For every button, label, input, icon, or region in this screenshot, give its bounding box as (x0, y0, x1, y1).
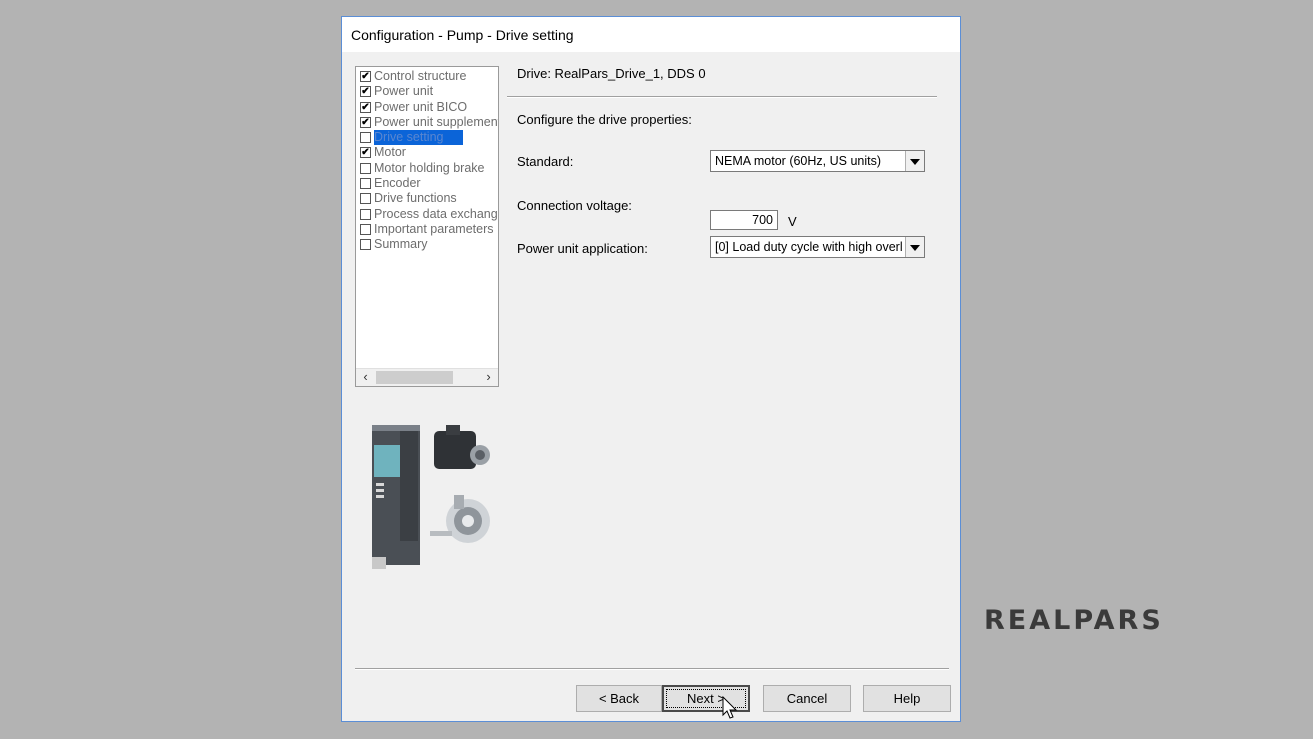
standard-value: NEMA motor (60Hz, US units) (715, 154, 882, 168)
navigation-tree[interactable]: ✔ Control structure ✔ Power unit ✔ Power unit… (355, 66, 499, 387)
tree-item-label: Power unit BICO (374, 99, 468, 114)
tree-item-label: Summary (374, 237, 428, 252)
power-unit-application-dropdown[interactable]: [0] Load duty cycle with high overl (710, 236, 925, 258)
window-title: Configuration - Pump - Drive setting (351, 27, 574, 43)
tree-item[interactable]: Motor holding brake (358, 161, 498, 176)
tree-item[interactable]: ✔ Power unit (358, 84, 498, 99)
tree-item-label: Drive setting (374, 130, 464, 146)
tree-item[interactable]: Process data exchang (358, 207, 498, 222)
checked-checkbox-icon[interactable]: ✔ (360, 147, 371, 159)
standard-label: Standard: (517, 154, 574, 169)
scroll-left-icon[interactable]: ‹ (358, 370, 373, 385)
unchecked-checkbox-icon[interactable] (360, 223, 371, 235)
tree-item[interactable]: Important parameters (358, 222, 498, 237)
realpars-logo: REALPARS (984, 605, 1164, 636)
tree-item[interactable]: Drive functions (358, 191, 498, 206)
header-separator (507, 96, 937, 98)
checked-checkbox-icon[interactable]: ✔ (360, 86, 371, 98)
tree-item[interactable]: ✔ Control structure (358, 69, 498, 84)
configuration-dialog: Configuration - Pump - Drive setting ✔ Co… (341, 16, 961, 722)
scroll-right-icon[interactable]: › (481, 370, 496, 385)
unchecked-checkbox-icon[interactable] (360, 132, 371, 144)
drive-label: Drive: RealPars_Drive_1, DDS 0 (517, 66, 706, 81)
tree-item[interactable]: ✔ Motor (358, 145, 498, 160)
checked-checkbox-icon[interactable]: ✔ (360, 116, 371, 128)
footer-separator (355, 668, 949, 670)
tree-item-label: Motor (374, 145, 406, 160)
tree-item-label: Process data exchang (374, 206, 498, 221)
drive-and-motor-image (372, 425, 490, 569)
chevron-down-icon[interactable] (905, 151, 924, 171)
connection-voltage-label: Connection voltage: (517, 198, 632, 213)
help-button[interactable]: Help (863, 685, 951, 712)
standard-dropdown[interactable]: NEMA motor (60Hz, US units) (710, 150, 925, 172)
tree-list: ✔ Control structure ✔ Power unit ✔ Power unit… (358, 69, 498, 253)
checked-checkbox-icon[interactable]: ✔ (360, 101, 371, 113)
cancel-button[interactable]: Cancel (763, 685, 851, 712)
mouse-cursor-icon (722, 696, 738, 719)
tree-item-label: Power unit (374, 84, 434, 99)
unchecked-checkbox-icon[interactable] (360, 239, 371, 251)
unchecked-checkbox-icon[interactable] (360, 178, 371, 190)
checked-checkbox-icon[interactable]: ✔ (360, 71, 371, 82)
tree-item-label: Important parameters (374, 221, 494, 236)
tree-item-label: Motor holding brake (374, 160, 485, 175)
tree-item-label: Drive functions (374, 191, 457, 206)
back-button[interactable]: < Back (576, 685, 662, 712)
scroll-thumb[interactable] (376, 371, 453, 384)
title-bar[interactable]: Configuration - Pump - Drive setting (342, 17, 960, 52)
tree-item-label: Encoder (374, 176, 421, 191)
power-unit-application-label: Power unit application: (517, 241, 648, 256)
tree-item[interactable]: Drive setting (358, 130, 498, 146)
unchecked-checkbox-icon[interactable] (360, 193, 371, 205)
unchecked-checkbox-icon[interactable] (360, 208, 371, 220)
tree-item[interactable]: Encoder (358, 176, 498, 191)
tree-item-label: Power unit supplement (374, 114, 499, 129)
connection-voltage-input[interactable] (710, 210, 778, 230)
tree-item[interactable]: Summary (358, 237, 498, 252)
configure-text: Configure the drive properties: (517, 112, 692, 127)
unchecked-checkbox-icon[interactable] (360, 162, 371, 174)
horizontal-scrollbar[interactable]: ‹ › (356, 368, 498, 386)
tree-item[interactable]: ✔ Power unit supplement (358, 115, 498, 130)
tree-item[interactable]: ✔ Power unit BICO (358, 100, 498, 115)
voltage-unit: V (788, 214, 797, 229)
tree-item-label: Control structure (374, 69, 467, 83)
chevron-down-icon[interactable] (905, 237, 924, 257)
power-unit-application-value: [0] Load duty cycle with high overl (715, 240, 903, 254)
